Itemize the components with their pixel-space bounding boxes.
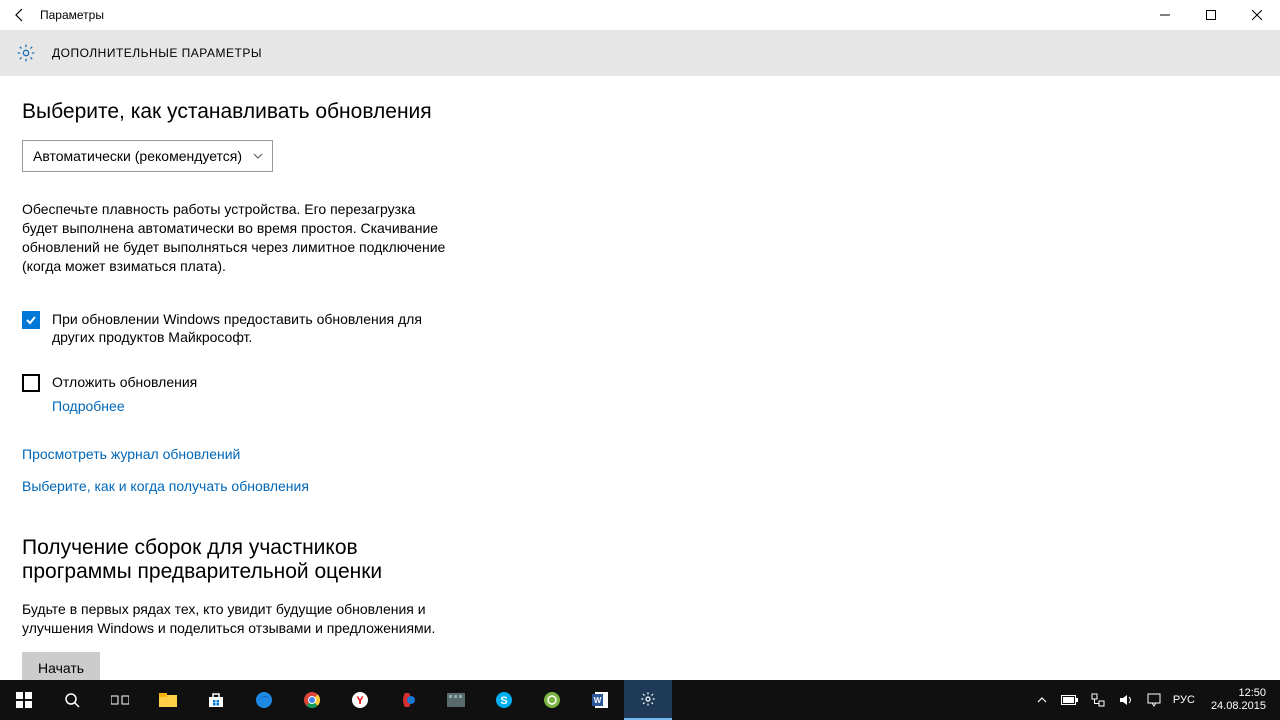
ccleaner-icon[interactable] bbox=[384, 680, 432, 720]
action-center-icon[interactable] bbox=[1145, 691, 1163, 709]
clock[interactable]: 12:50 24.08.2015 bbox=[1205, 687, 1272, 712]
checkbox-defer-row: Отложить обновления bbox=[22, 373, 452, 392]
svg-text:S: S bbox=[500, 695, 507, 707]
tray-chevron-up-icon[interactable] bbox=[1033, 691, 1051, 709]
clock-date: 24.08.2015 bbox=[1211, 700, 1266, 713]
app-icon-grey[interactable] bbox=[432, 680, 480, 720]
window-title: Параметры bbox=[40, 8, 104, 22]
window-controls bbox=[1142, 0, 1280, 30]
task-view-button[interactable] bbox=[96, 680, 144, 720]
checkbox-defer[interactable] bbox=[22, 374, 40, 392]
checkbox-other-products-label: При обновлении Windows предоставить обно… bbox=[52, 310, 452, 348]
start-button[interactable]: Начать bbox=[22, 652, 100, 680]
dropdown-value: Автоматически (рекомендуется) bbox=[33, 148, 242, 164]
svg-text:Y: Y bbox=[356, 695, 364, 707]
start-menu-button[interactable] bbox=[0, 680, 48, 720]
taskbar: Y S W РУС 12:50 24.08.2 bbox=[0, 680, 1280, 720]
volume-icon[interactable] bbox=[1117, 691, 1135, 709]
update-mode-dropdown[interactable]: Автоматически (рекомендуется) bbox=[22, 140, 273, 172]
page-header: ДОПОЛНИТЕЛЬНЫЕ ПАРАМЕТРЫ bbox=[0, 30, 1280, 76]
updates-description: Обеспечьте плавность работы устройства. … bbox=[22, 200, 452, 276]
word-icon[interactable]: W bbox=[576, 680, 624, 720]
view-history-link[interactable]: Просмотреть журнал обновлений bbox=[22, 446, 240, 462]
maximize-button[interactable] bbox=[1188, 0, 1234, 30]
network-icon[interactable] bbox=[1089, 691, 1107, 709]
back-button[interactable] bbox=[0, 0, 40, 30]
close-button[interactable] bbox=[1234, 0, 1280, 30]
system-tray: РУС 12:50 24.08.2015 bbox=[1033, 680, 1280, 720]
app-icon-green[interactable] bbox=[528, 680, 576, 720]
yandex-icon[interactable]: Y bbox=[336, 680, 384, 720]
minimize-button[interactable] bbox=[1142, 0, 1188, 30]
language-indicator[interactable]: РУС bbox=[1173, 694, 1195, 706]
page-heading: ДОПОЛНИТЕЛЬНЫЕ ПАРАМЕТРЫ bbox=[52, 46, 262, 60]
battery-icon[interactable] bbox=[1061, 691, 1079, 709]
settings-icon[interactable] bbox=[624, 680, 672, 720]
chrome-icon[interactable] bbox=[288, 680, 336, 720]
store-icon[interactable] bbox=[192, 680, 240, 720]
svg-text:W: W bbox=[594, 696, 602, 705]
titlebar: Параметры bbox=[0, 0, 1280, 30]
clock-time: 12:50 bbox=[1211, 687, 1266, 700]
checkbox-other-products-row: При обновлении Windows предоставить обно… bbox=[22, 310, 452, 348]
defer-more-link[interactable]: Подробнее bbox=[52, 398, 125, 414]
insider-description: Будьте в первых рядах тех, кто увидит бу… bbox=[22, 600, 452, 638]
insider-section-title-l2: программы предварительной оценки bbox=[22, 560, 1258, 584]
chevron-down-icon bbox=[252, 150, 264, 162]
edge-icon[interactable] bbox=[240, 680, 288, 720]
choose-updates-link[interactable]: Выберите, как и когда получать обновлени… bbox=[22, 478, 309, 494]
gear-icon bbox=[16, 43, 36, 63]
content-area: Выберите, как устанавливать обновления А… bbox=[0, 76, 1280, 680]
skype-icon[interactable]: S bbox=[480, 680, 528, 720]
checkbox-defer-label: Отложить обновления bbox=[52, 373, 197, 392]
checkbox-other-products[interactable] bbox=[22, 311, 40, 329]
updates-section-title: Выберите, как устанавливать обновления bbox=[22, 100, 1258, 124]
file-explorer-icon[interactable] bbox=[144, 680, 192, 720]
insider-section-title-l1: Получение сборок для участников bbox=[22, 536, 1258, 560]
search-button[interactable] bbox=[48, 680, 96, 720]
